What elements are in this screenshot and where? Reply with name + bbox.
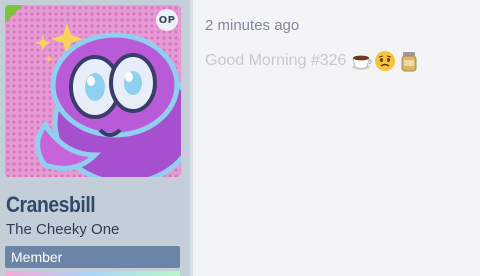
coffee-icon: [350, 50, 373, 72]
jar-icon: [398, 50, 420, 72]
post-timestamp[interactable]: 2 minutes ago: [205, 17, 299, 34]
user-title: The Cheeky One: [6, 221, 120, 238]
post-author-sidebar: OP Cranesbill The Cheeky One Member: [0, 0, 190, 276]
avatar[interactable]: OP: [5, 5, 181, 177]
cartoon-avatar-icon: [5, 5, 181, 177]
post-content: 2 minutes ago Good Morning #326: [193, 0, 480, 276]
worried-face-icon: [374, 50, 396, 72]
message-text: Good Morning #326: [205, 52, 347, 69]
op-badge: OP: [156, 9, 178, 31]
username-link[interactable]: Cranesbill: [6, 192, 96, 218]
badge-strip: [5, 271, 180, 276]
post-message: Good Morning #326: [205, 50, 420, 72]
online-flag: [5, 5, 23, 23]
member-rank-badge: Member: [5, 246, 180, 268]
